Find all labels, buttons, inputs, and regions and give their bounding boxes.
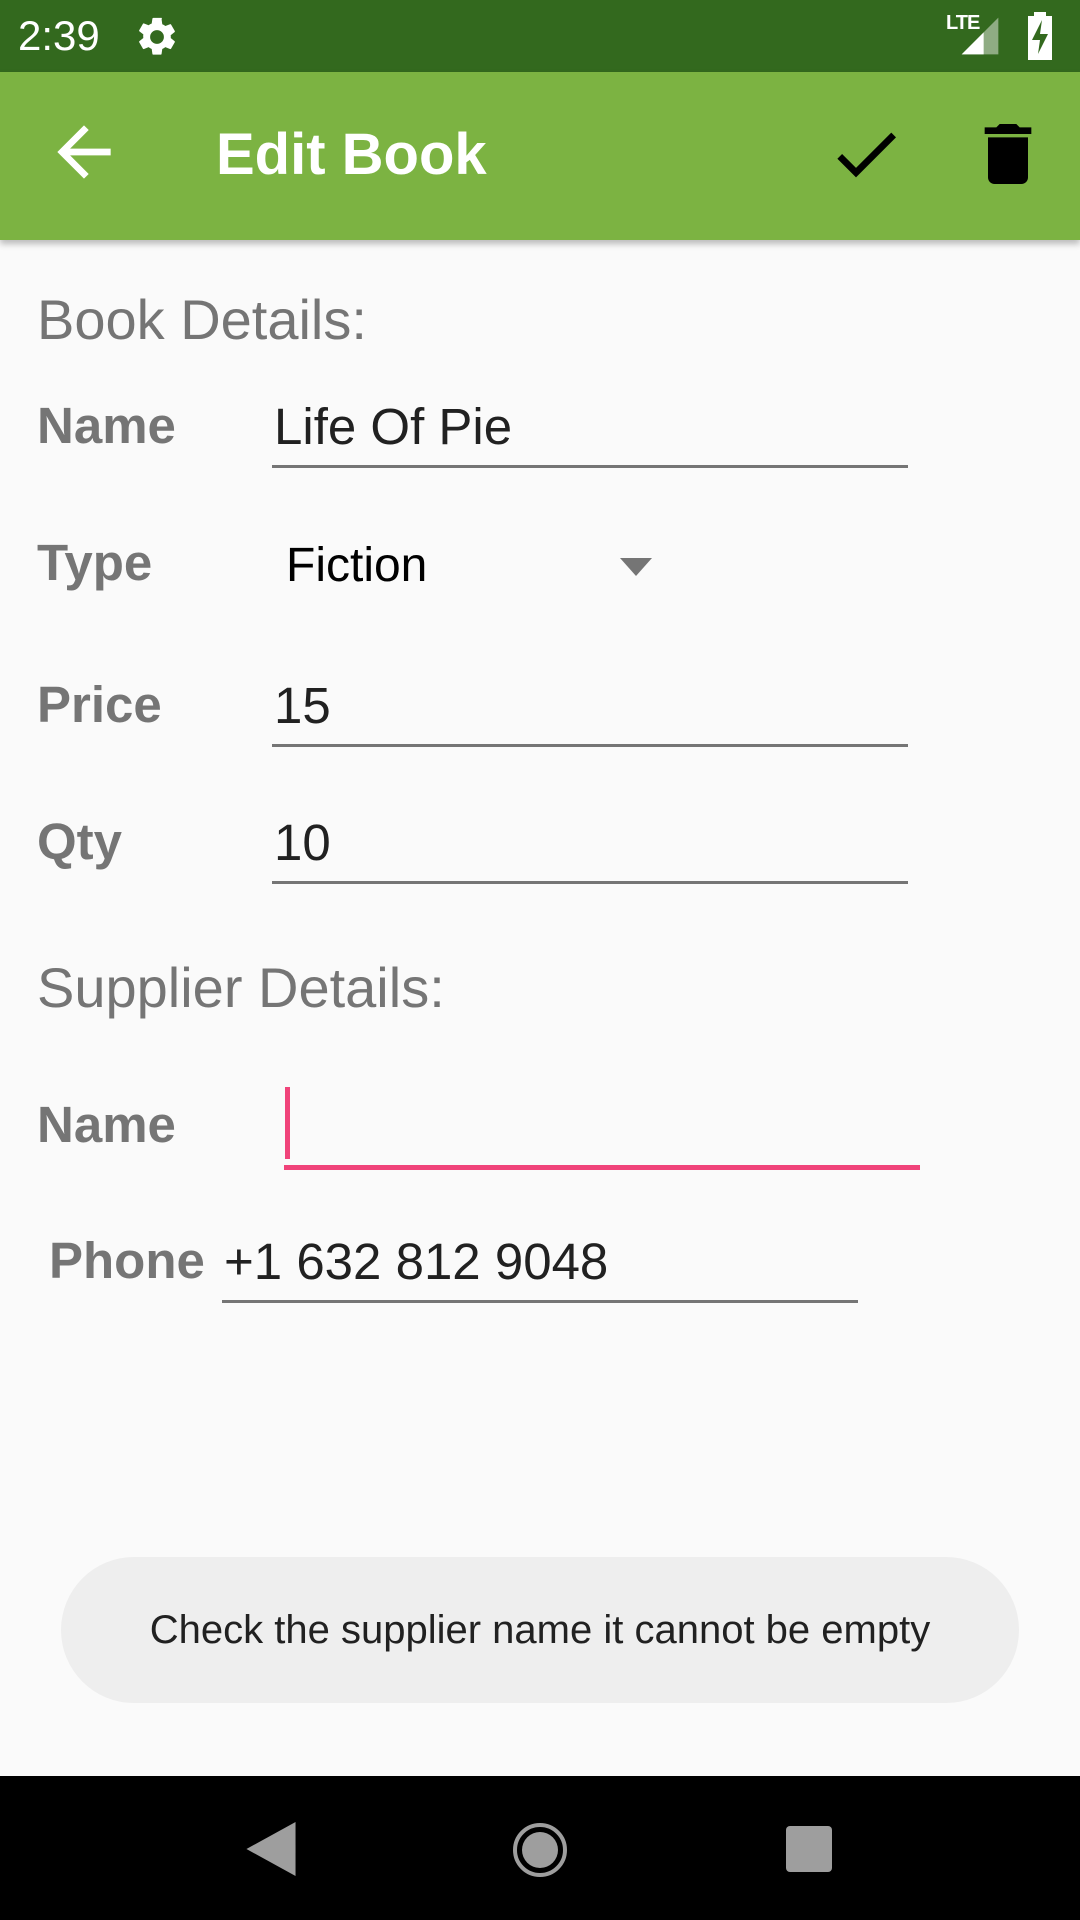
dropdown-arrow-icon — [620, 558, 652, 576]
battery-charging-icon — [1028, 12, 1052, 60]
settings-gear-icon — [139, 17, 175, 55]
book-type-dropdown[interactable]: Fiction — [272, 530, 672, 602]
save-check-icon[interactable] — [826, 114, 906, 194]
status-time: 2:39 — [18, 12, 100, 59]
status-bar: 2:39 LTE — [0, 0, 1080, 72]
price-input[interactable] — [272, 667, 908, 747]
supplier-name-label: Name — [37, 1096, 176, 1153]
text-cursor — [285, 1087, 290, 1159]
back-arrow-icon[interactable] — [44, 112, 124, 192]
price-label: Price — [37, 676, 162, 733]
nav-back-icon[interactable] — [246, 1822, 296, 1876]
qty-label: Qty — [37, 813, 123, 870]
toast-message: Check the supplier name it cannot be emp… — [149, 1607, 931, 1652]
nav-recents-icon[interactable] — [786, 1826, 832, 1872]
supplier-phone-label: Phone — [49, 1232, 205, 1289]
qty-input[interactable] — [272, 804, 908, 884]
cell-signal-icon — [961, 17, 999, 55]
system-nav-bar — [0, 1776, 1080, 1920]
book-type-value: Fiction — [286, 539, 428, 592]
supplier-phone-input[interactable] — [222, 1223, 858, 1303]
nav-home-icon[interactable] — [512, 1822, 568, 1878]
delete-trash-icon[interactable] — [968, 114, 1048, 194]
error-toast: Check the supplier name it cannot be emp… — [61, 1557, 1019, 1703]
book-details-heading: Book Details: — [37, 288, 367, 351]
page-title: Edit Book — [216, 122, 487, 187]
supplier-details-heading: Supplier Details: — [37, 956, 445, 1019]
book-name-label: Name — [37, 397, 176, 454]
book-type-label: Type — [37, 534, 153, 591]
book-name-input[interactable] — [272, 388, 908, 468]
app-bar: Edit Book — [0, 72, 1080, 240]
supplier-name-input[interactable] — [284, 1090, 920, 1170]
